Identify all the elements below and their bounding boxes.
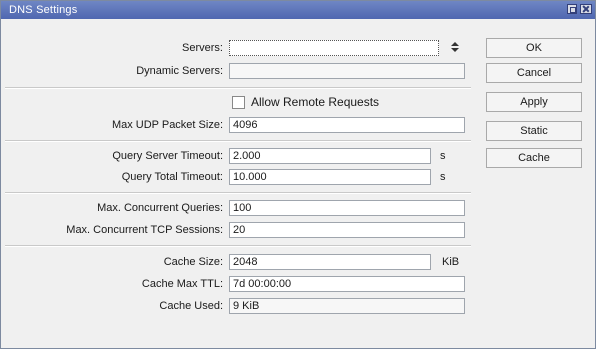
cache-used-label: Cache Used: [159, 300, 223, 312]
apply-button[interactable]: Apply [486, 92, 582, 112]
separator [5, 192, 471, 194]
cache-max-ttl-label: Cache Max TTL: [141, 278, 223, 290]
max-concurrent-queries-input[interactable]: 100 [229, 200, 465, 216]
query-server-timeout-unit: s [440, 150, 446, 162]
allow-remote-requests-label[interactable]: Allow Remote Requests [251, 94, 379, 110]
cache-size-unit: KiB [442, 256, 460, 268]
query-total-timeout-label: Query Total Timeout: [121, 171, 223, 183]
cancel-button[interactable]: Cancel [486, 63, 582, 83]
cache-button[interactable]: Cache [486, 148, 582, 168]
max-concurrent-tcp-sessions-label: Max. Concurrent TCP Sessions: [66, 224, 223, 236]
query-total-timeout-unit: s [440, 171, 446, 183]
max-concurrent-tcp-sessions-input[interactable]: 20 [229, 222, 465, 238]
spinner-updown-icon[interactable] [450, 42, 460, 54]
static-button[interactable]: Static [486, 121, 582, 141]
query-server-timeout-input[interactable]: 2.000 [229, 148, 431, 164]
separator [5, 245, 471, 247]
dynamic-servers-field [229, 63, 465, 79]
servers-input[interactable] [229, 40, 439, 56]
cache-used-field: 9 KiB [229, 298, 465, 314]
title-bar[interactable]: DNS Settings [1, 1, 595, 19]
separator [5, 87, 471, 89]
ok-button[interactable]: OK [486, 38, 582, 58]
cache-size-label: Cache Size: [163, 256, 223, 268]
allow-remote-requests-checkbox[interactable] [232, 96, 245, 109]
servers-label: Servers: [182, 42, 223, 54]
restore-icon[interactable] [567, 4, 577, 14]
max-udp-packet-size-input[interactable]: 4096 [229, 117, 465, 133]
query-total-timeout-input[interactable]: 10.000 [229, 169, 431, 185]
window-title: DNS Settings [9, 4, 78, 16]
separator [5, 140, 471, 142]
cache-max-ttl-input[interactable]: 7d 00:00:00 [229, 276, 465, 292]
query-server-timeout-label: Query Server Timeout: [112, 150, 223, 162]
dynamic-servers-label: Dynamic Servers: [136, 65, 223, 77]
cache-size-input[interactable]: 2048 [229, 254, 431, 270]
max-concurrent-queries-label: Max. Concurrent Queries: [97, 202, 223, 214]
max-udp-packet-size-label: Max UDP Packet Size: [111, 119, 223, 131]
dns-settings-window: DNS Settings Servers: Dynamic Servers: A… [0, 0, 596, 349]
close-icon[interactable] [580, 4, 592, 14]
